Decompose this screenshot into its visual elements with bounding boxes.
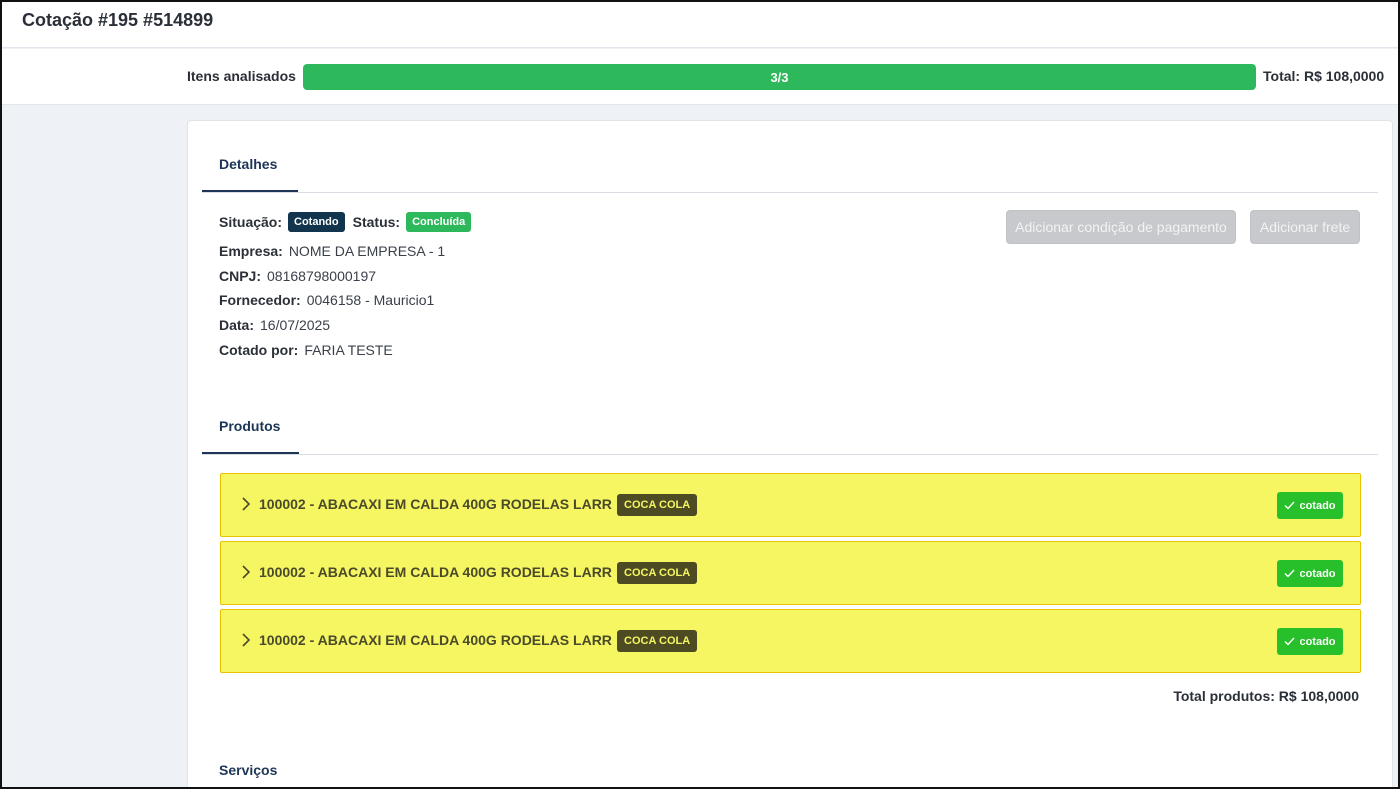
- tab-produtos[interactable]: Produtos: [219, 418, 280, 434]
- company-row: Empresa: NOME DA EMPRESA - 1: [219, 239, 479, 264]
- product-name: 100002 - ABACAXI EM CALDA 400G RODELAS L…: [259, 564, 612, 580]
- company-label: Empresa:: [219, 243, 283, 260]
- supplier-label: Fornecedor:: [219, 292, 301, 309]
- date-row: Data: 16/07/2025: [219, 313, 479, 338]
- products-total: Total produtos: R$ 108,0000: [1173, 688, 1359, 704]
- brand-badge: COCA COLA: [617, 630, 698, 652]
- quoted-by-row: Cotado por: FARIA TESTE: [219, 337, 479, 362]
- quoted-by-value: FARIA TESTE: [304, 341, 393, 358]
- tab-divider: [202, 192, 1378, 193]
- situation-status-row: Situação: Cotando Status: Concluída: [219, 209, 479, 235]
- product-row[interactable]: 100002 - ABACAXI EM CALDA 400G RODELAS L…: [220, 609, 1361, 673]
- top-bar: Cotação #195 #514899: [2, 2, 1398, 48]
- supplier-row: Fornecedor: 0046158 - Mauricio1: [219, 288, 479, 313]
- chevron-right-icon[interactable]: [241, 496, 251, 512]
- progress-strip: Itens analisados 3/3 Total: R$ 108,0000: [2, 49, 1398, 105]
- status-label: Status:: [352, 214, 401, 230]
- chevron-right-icon[interactable]: [241, 632, 251, 648]
- tab-servicos[interactable]: Serviços: [219, 762, 277, 778]
- details-panel: Situação: Cotando Status: Concluída Empr…: [219, 209, 479, 362]
- cnpj-row: CNPJ: 08168798000197: [219, 264, 479, 289]
- supplier-value: 0046158 - Mauricio1: [306, 292, 435, 309]
- progress-fill: 3/3: [303, 64, 1256, 90]
- quoted-badge: cotado: [1277, 560, 1343, 587]
- product-row[interactable]: 100002 - ABACAXI EM CALDA 400G RODELAS L…: [220, 473, 1361, 537]
- quoted-label: cotado: [1299, 567, 1336, 580]
- add-freight-button[interactable]: Adicionar frete: [1250, 210, 1360, 244]
- product-name: 100002 - ABACAXI EM CALDA 400G RODELAS L…: [259, 496, 612, 512]
- product-list: 100002 - ABACAXI EM CALDA 400G RODELAS L…: [220, 473, 1361, 677]
- tab-detalhes[interactable]: Detalhes: [219, 156, 277, 172]
- status-badge: Concluída: [406, 212, 472, 232]
- progress-label: Itens analisados: [187, 68, 296, 84]
- check-icon: [1284, 569, 1295, 578]
- tab-divider: [202, 454, 1378, 455]
- page-title: Cotação #195 #514899: [22, 10, 214, 30]
- progress-total: Total: R$ 108,0000: [1263, 68, 1385, 84]
- date-label: Data:: [219, 317, 255, 334]
- situation-badge: Cotando: [288, 212, 345, 232]
- chevron-right-icon[interactable]: [241, 564, 251, 580]
- brand-badge: COCA COLA: [617, 562, 698, 584]
- quote-card: Detalhes Situação: Cotando Status: Concl…: [187, 120, 1393, 789]
- product-row[interactable]: 100002 - ABACAXI EM CALDA 400G RODELAS L…: [220, 541, 1361, 605]
- company-value: NOME DA EMPRESA - 1: [288, 243, 446, 260]
- date-value: 16/07/2025: [260, 317, 331, 334]
- brand-badge: COCA COLA: [617, 494, 698, 516]
- quoted-label: cotado: [1299, 499, 1336, 512]
- check-icon: [1284, 637, 1295, 646]
- quoted-badge: cotado: [1277, 492, 1343, 519]
- quoted-badge: cotado: [1277, 628, 1343, 655]
- progress-bar: 3/3: [303, 64, 1256, 90]
- cnpj-label: CNPJ:: [219, 267, 262, 284]
- quoted-label: cotado: [1299, 635, 1336, 648]
- add-payment-condition-button[interactable]: Adicionar condição de pagamento: [1006, 210, 1236, 244]
- check-icon: [1284, 501, 1295, 510]
- product-name: 100002 - ABACAXI EM CALDA 400G RODELAS L…: [259, 632, 612, 648]
- quoted-by-label: Cotado por:: [219, 341, 299, 358]
- situation-label: Situação:: [219, 214, 283, 230]
- cnpj-value: 08168798000197: [267, 267, 377, 284]
